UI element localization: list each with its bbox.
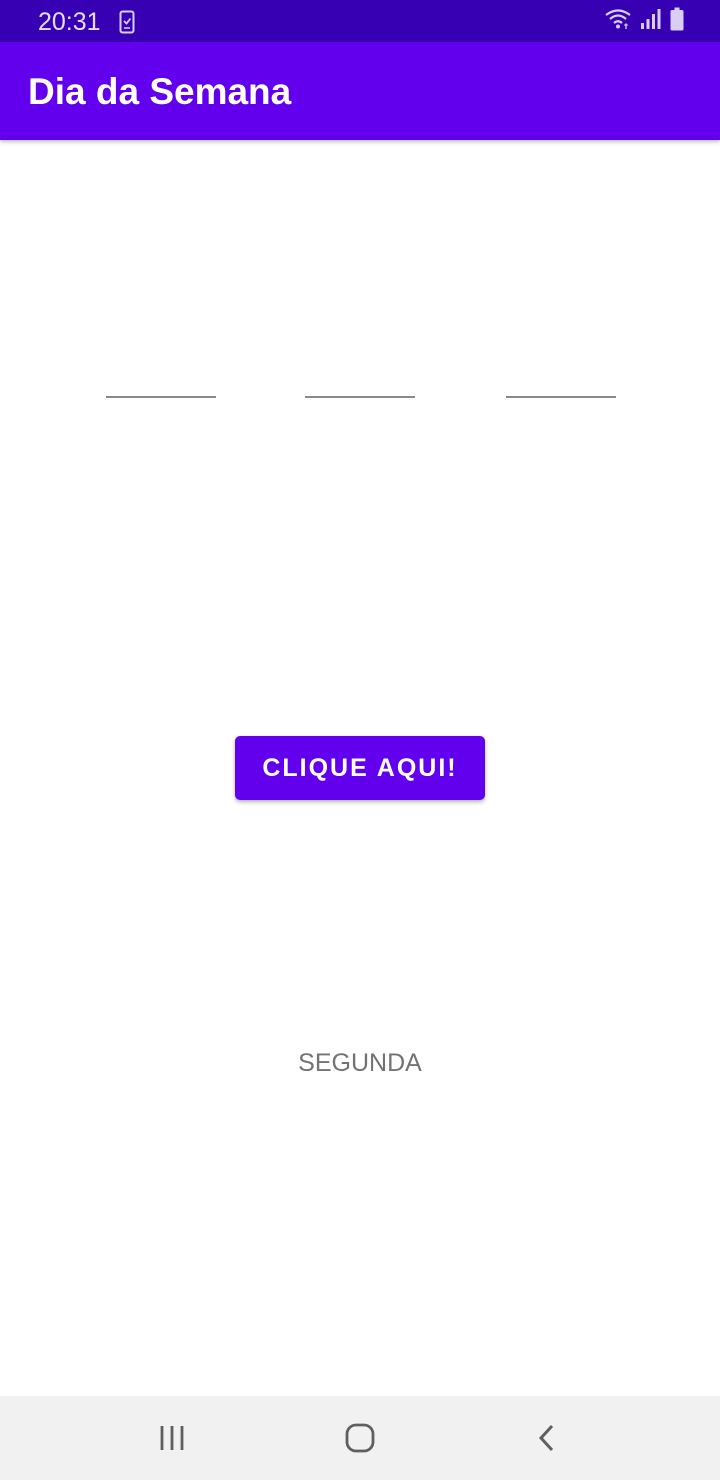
back-icon[interactable] [523,1414,571,1462]
app-title: Dia da Semana [28,71,292,112]
signal-icon [640,8,662,35]
result-day-text: SEGUNDA [298,1049,422,1077]
home-icon[interactable] [336,1414,384,1462]
input-field-3[interactable] [506,352,616,398]
status-time: 20:31 [38,8,101,36]
clique-aqui-button[interactable]: CLIQUE AQUI! [235,736,485,800]
wifi-icon [604,8,632,35]
battery-icon [670,7,684,36]
status-icons [604,7,684,36]
phone-notification-icon [119,10,135,34]
recents-icon[interactable] [148,1414,196,1462]
input-field-1[interactable] [106,352,216,398]
status-bar: 20:31 [0,0,720,42]
navigation-bar [0,1396,720,1480]
app-bar: Dia da Semana [0,42,720,140]
input-field-2[interactable] [305,352,415,398]
